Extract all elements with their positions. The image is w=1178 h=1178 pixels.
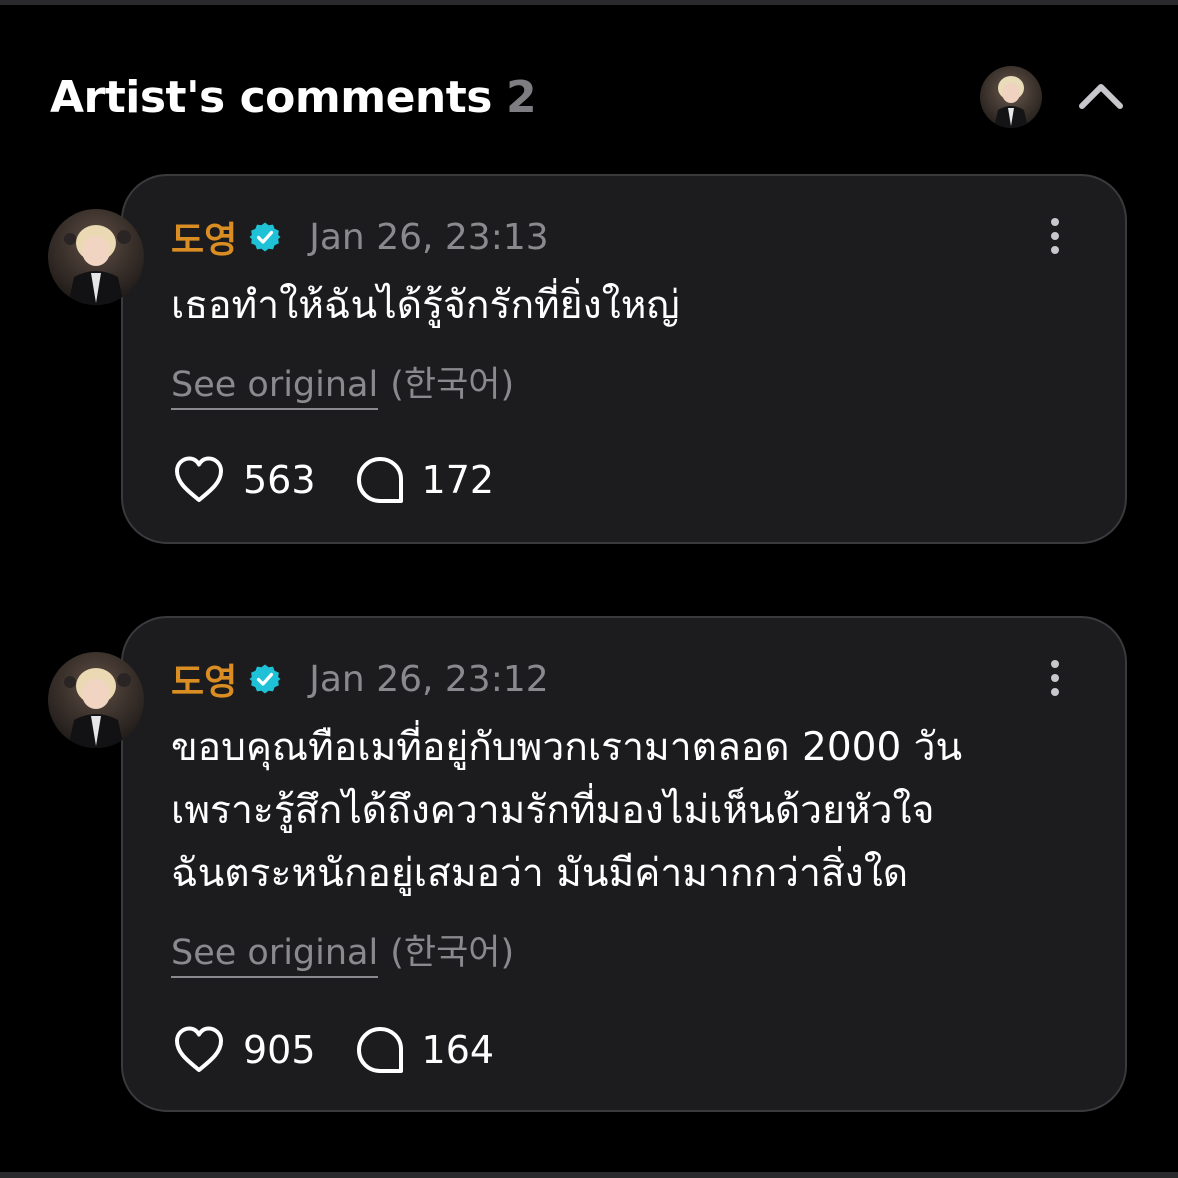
bottom-divider [0, 1172, 1178, 1178]
like-button[interactable]: 563 [171, 454, 316, 506]
section-header: Artist's comments 2 [50, 66, 537, 128]
comment-timestamp: Jan 26, 23:13 [309, 216, 549, 258]
reply-button[interactable]: 172 [354, 454, 495, 506]
heart-icon [175, 456, 223, 502]
author-avatar[interactable] [48, 209, 144, 305]
comment-text: ขอบคุณทือเมที่อยู่กับพวกเรามาตลอด 2000 ว… [171, 725, 963, 896]
see-original-row: See original (한국어) [171, 356, 514, 410]
reply-count: 172 [421, 458, 495, 502]
heart-icon [175, 1026, 223, 1072]
like-count: 905 [243, 1028, 316, 1072]
like-count: 563 [243, 458, 316, 502]
author-name[interactable]: 도영 [171, 653, 237, 705]
see-original-row: See original (한국어) [171, 924, 514, 978]
chevron-up-icon [1079, 84, 1123, 109]
comment-meta: 도영 Jan 26, 23:12 [171, 653, 549, 705]
original-language: (한국어) [390, 933, 515, 973]
speech-bubble-icon [356, 1027, 403, 1073]
author-avatar[interactable] [48, 652, 144, 748]
comment-timestamp: Jan 26, 23:12 [309, 658, 549, 700]
comment-meta: 도영 Jan 26, 23:13 [171, 211, 549, 263]
section-title: Artist's comments [50, 71, 492, 123]
more-options-button[interactable] [1035, 656, 1075, 700]
comment-count: 2 [505, 71, 537, 123]
verified-check-icon [249, 222, 281, 252]
comment-text: เธอทำให้ฉันได้รู้จักรักที่ยิ่งใหญ่ [171, 283, 680, 328]
comment-actions: 905 164 [171, 1022, 494, 1078]
artist-comments-panel: Artist's comments 2 도영 Jan 26, 23:13 เธอ… [0, 0, 1178, 1178]
comment-card: 도영 Jan 26, 23:12 ขอบคุณทือเมที่อยู่กับพว… [121, 616, 1127, 1112]
more-vertical-icon [1051, 218, 1059, 254]
speech-bubble-icon [356, 457, 403, 503]
see-original-link[interactable]: See original [171, 365, 379, 410]
comment-actions: 563 172 [171, 452, 494, 508]
reply-button[interactable]: 164 [354, 1024, 495, 1076]
top-divider [0, 0, 1178, 5]
comment-card: 도영 Jan 26, 23:13 เธอทำให้ฉันได้รู้จักรัก… [121, 174, 1127, 544]
more-options-button[interactable] [1035, 214, 1075, 258]
verified-check-icon [249, 664, 281, 694]
original-language: (한국어) [390, 365, 515, 405]
reply-count: 164 [421, 1028, 495, 1072]
collapse-button[interactable] [1070, 72, 1132, 122]
see-original-link[interactable]: See original [171, 933, 379, 978]
like-button[interactable]: 905 [171, 1024, 316, 1076]
author-name[interactable]: 도영 [171, 211, 237, 263]
more-vertical-icon [1051, 660, 1059, 696]
header-artist-avatar[interactable] [980, 66, 1042, 128]
